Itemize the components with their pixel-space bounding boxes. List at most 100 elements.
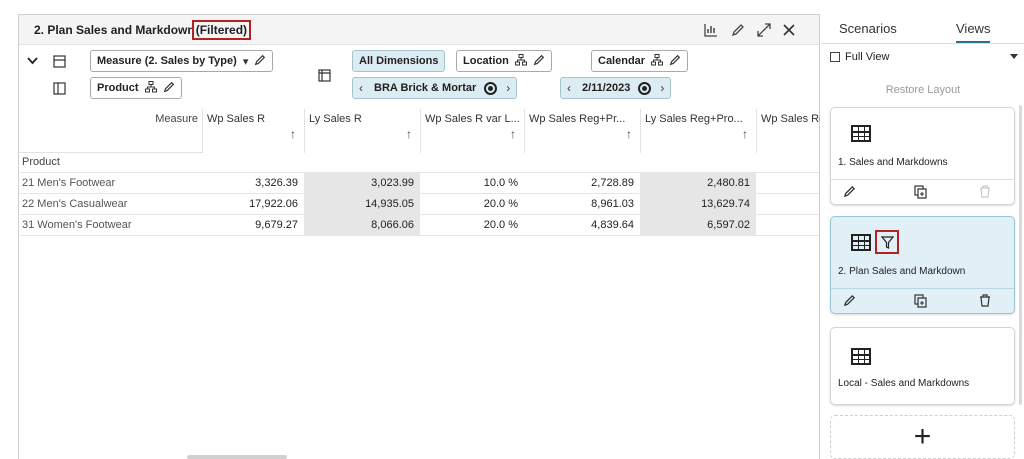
- pencil-icon[interactable]: [533, 54, 545, 69]
- caret-down-icon[interactable]: ▾: [243, 55, 249, 68]
- table-cell[interactable]: 4,839.64: [524, 215, 640, 235]
- table-icon: [851, 234, 871, 251]
- table-cell[interactable]: 17,922.06: [202, 194, 304, 214]
- table-row[interactable]: 21 Men's Footwear 3,326.39 3,023.99 10.0…: [19, 172, 819, 193]
- table-cell[interactable]: 3,326.39: [202, 173, 304, 193]
- view-card-label: Local - Sales and Markdowns: [838, 378, 970, 389]
- all-dimensions-button[interactable]: All Dimensions: [352, 50, 446, 72]
- sort-arrow-icon[interactable]: ↑: [406, 127, 412, 141]
- table-cell[interactable]: 3,023.99: [304, 173, 420, 193]
- hierarchy-icon[interactable]: [651, 53, 664, 69]
- column-header[interactable]: Ly Sales Reg+Pro... ↑: [640, 109, 756, 153]
- pivot-icon[interactable]: [316, 67, 332, 83]
- chart-icon[interactable]: [703, 22, 719, 38]
- column-header-label: Ly Sales R: [309, 113, 362, 125]
- column-layout-icon[interactable]: [51, 80, 67, 96]
- sort-arrow-icon[interactable]: ↑: [510, 127, 516, 141]
- chevron-left-icon[interactable]: ‹: [353, 81, 369, 95]
- table-row[interactable]: 31 Women's Footwear 9,679.27 8,066.06 20…: [19, 214, 819, 236]
- location-navigator[interactable]: ‹ BRA Brick & Mortar ›: [352, 77, 518, 99]
- product-header: Product: [22, 156, 60, 168]
- sort-arrow-icon[interactable]: ↑: [742, 127, 748, 141]
- view-card[interactable]: Local - Sales and Markdowns: [830, 327, 1015, 405]
- row-label: 21 Men's Footwear: [22, 177, 116, 189]
- table-icon: [851, 125, 871, 142]
- caret-down-icon[interactable]: [1010, 54, 1018, 59]
- duplicate-icon[interactable]: [914, 294, 928, 311]
- table-cell[interactable]: 8,066.06: [304, 215, 420, 235]
- table-cell[interactable]: 13,629.74: [640, 194, 756, 214]
- side-panel-scrollbar[interactable]: [1019, 105, 1022, 405]
- product-label: Product: [97, 82, 139, 94]
- chevron-right-icon[interactable]: ›: [654, 81, 670, 95]
- pencil-icon[interactable]: [730, 22, 746, 38]
- table-cell[interactable]: 10.0 %: [420, 173, 524, 193]
- product-selector[interactable]: Product: [90, 77, 182, 99]
- pencil-icon[interactable]: [163, 81, 175, 96]
- view-card-label: 1. Sales and Markdowns: [838, 157, 948, 168]
- restore-layout-button[interactable]: Restore Layout: [830, 77, 1016, 103]
- column-header[interactable]: Wp Sales Reg+Pr... ↑: [524, 109, 640, 153]
- horizontal-scrollbar[interactable]: [187, 455, 287, 459]
- view-titlebar: 2. Plan Sales and Markdown(Filtered): [19, 15, 819, 45]
- measure-selector-label: Measure (2. Sales by Type): [97, 55, 237, 67]
- calendar-selector[interactable]: Calendar: [591, 50, 689, 72]
- table-cell[interactable]: 14,935.05: [304, 194, 420, 214]
- tab-scenarios[interactable]: Scenarios: [839, 21, 897, 36]
- checkbox[interactable]: [830, 52, 840, 62]
- full-view-toggle[interactable]: Full View: [830, 51, 889, 63]
- column-header-label: Wp Sales Reg+Pr...: [529, 113, 626, 125]
- location-label: Location: [463, 55, 509, 67]
- calendar-navigator[interactable]: ‹ 2/11/2023 ›: [560, 77, 672, 99]
- view-title-text: 2. Plan Sales and Markdown: [34, 23, 195, 37]
- row-label: 31 Women's Footwear: [22, 219, 132, 231]
- target-icon[interactable]: [638, 81, 652, 95]
- view-card[interactable]: 1. Sales and Markdowns: [830, 107, 1015, 205]
- expand-icon[interactable]: [756, 22, 772, 38]
- table-cell[interactable]: 9,679.27: [202, 215, 304, 235]
- column-header[interactable]: Wp Sales R var L... ↑: [420, 109, 524, 153]
- sort-arrow-icon[interactable]: ↑: [626, 127, 632, 141]
- hierarchy-icon[interactable]: [514, 53, 527, 69]
- chevron-down-icon[interactable]: [24, 53, 40, 69]
- column-header[interactable]: Wp Sales R ↑: [202, 109, 304, 153]
- close-icon[interactable]: [781, 22, 797, 38]
- add-view-button[interactable]: +: [830, 415, 1015, 459]
- table-icon: [851, 348, 871, 365]
- row-layout-icon[interactable]: [51, 53, 67, 69]
- view-card-selected[interactable]: 2. Plan Sales and Markdown: [830, 216, 1015, 314]
- measure-header-cell: Measure: [19, 109, 202, 153]
- view-card-actions: [831, 179, 1014, 206]
- hierarchy-icon[interactable]: [144, 80, 157, 96]
- column-header[interactable]: Ly Sales R ↑: [304, 109, 420, 153]
- trash-icon[interactable]: [979, 294, 991, 310]
- chevron-right-icon[interactable]: ›: [500, 81, 516, 95]
- pencil-icon[interactable]: [843, 185, 856, 201]
- column-header-label: Wp Sales R: [207, 113, 266, 125]
- pencil-icon[interactable]: [669, 54, 681, 69]
- target-icon[interactable]: [484, 81, 498, 95]
- duplicate-icon[interactable]: [914, 185, 928, 202]
- pencil-icon[interactable]: [843, 294, 856, 310]
- table-cell[interactable]: 6,597.02: [640, 215, 756, 235]
- table-cell[interactable]: 8,961.03: [524, 194, 640, 214]
- table-cell[interactable]: 2,480.81: [640, 173, 756, 193]
- table-cell[interactable]: 20.0 %: [420, 194, 524, 214]
- table-row[interactable]: 22 Men's Casualwear 17,922.06 14,935.05 …: [19, 193, 819, 214]
- sort-arrow-icon[interactable]: ↑: [290, 127, 296, 141]
- measure-selector[interactable]: Measure (2. Sales by Type) ▾: [90, 50, 274, 72]
- view-card-label: 2. Plan Sales and Markdown: [838, 266, 966, 277]
- calendar-value: 2/11/2023: [582, 82, 631, 94]
- column-header[interactable]: Wp Sales Re: [756, 109, 820, 153]
- tab-views[interactable]: Views: [956, 21, 991, 43]
- pencil-icon[interactable]: [254, 54, 266, 69]
- location-value: BRA Brick & Mortar: [374, 82, 477, 94]
- location-selector[interactable]: Location: [456, 50, 552, 72]
- side-panel-tabs: Scenarios Views: [821, 14, 1024, 44]
- filter-icon[interactable]: [875, 230, 899, 254]
- table-cell[interactable]: 2,728.89: [524, 173, 640, 193]
- chevron-left-icon[interactable]: ‹: [561, 81, 577, 95]
- view-card-actions: [831, 288, 1014, 315]
- table-cell[interactable]: 20.0 %: [420, 215, 524, 235]
- row-label: 22 Men's Casualwear: [22, 198, 128, 210]
